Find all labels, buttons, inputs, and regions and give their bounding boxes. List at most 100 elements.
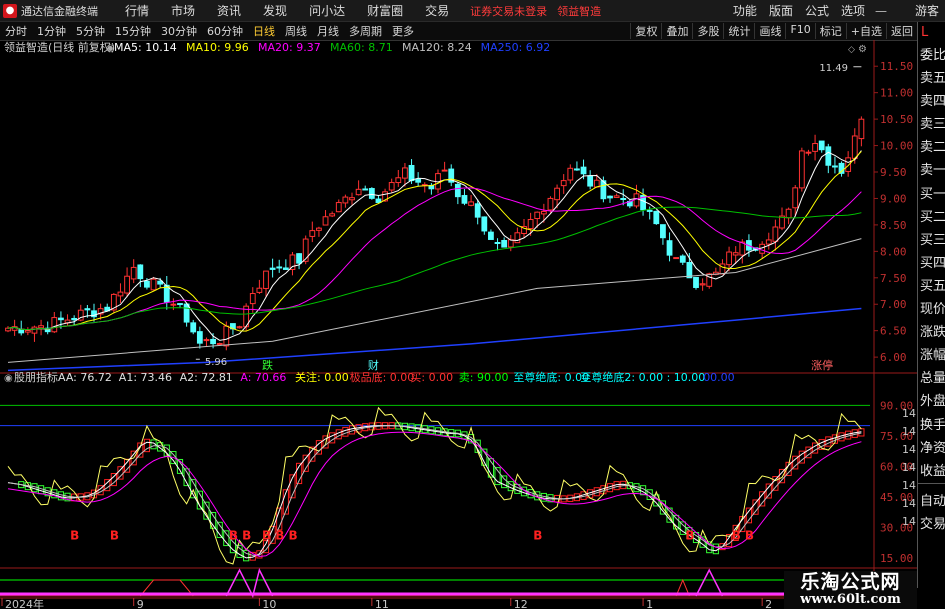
candle-up [845,157,852,172]
candle-up [858,118,865,140]
sidebar-item: 买三 [920,232,945,248]
menu-item-wenxiaoda[interactable]: 问小达 [298,2,356,19]
candle-down [296,253,302,264]
guest-label[interactable]: 游客 [909,2,945,19]
candle-up [514,232,521,244]
candle-up [150,278,157,291]
sidebar-item: 卖三 [920,117,945,133]
period-60min[interactable]: 60分钟 [202,23,248,39]
candle-down [269,267,276,270]
candle-up [24,330,31,333]
candle-down [686,262,693,279]
btn-fanhui[interactable]: 返回 [886,23,917,39]
candle-up [560,180,567,187]
period-monthly[interactable]: 月线 [312,23,344,39]
sidebar-item: 买四 [920,255,945,271]
period-5min[interactable]: 5分钟 [71,23,110,39]
price-annotation: 11.49 [819,63,848,74]
sidebar-item: 卖一 [920,163,945,179]
time-axis-label: 14:56 [902,461,917,474]
kline-chart[interactable]: 11.50 11.00 10.50 10.00 9.50 9.00 8.50 8.00 7.50… [0,40,917,609]
quote-sidebar: L 委比 卖五 卖四 卖三 卖二 卖一 买一 买二 买三 买四 买五 现价 涨跌 涨幅 总量 外盘 换手 净资 收益… [917,22,945,588]
buy-signal-label: B [533,529,542,543]
menu-item-jiaoyi[interactable]: 交易 [414,2,460,19]
menu-item-zixun[interactable]: 资讯 [206,2,252,19]
period-multi[interactable]: 多周期 [344,23,387,39]
btn-duogu[interactable]: 多股 [692,23,723,39]
main-chart-title: 领益智造(日线 前复权) [4,40,115,54]
period-fenshi[interactable]: 分时 [0,23,32,39]
candle-down [408,164,415,182]
candle-down [137,264,144,280]
candle-down [666,240,673,256]
candle-down [832,165,838,168]
ma250-line [7,307,862,372]
candle-up [547,197,554,211]
period-daily[interactable]: 日线 [248,23,280,39]
buy-signal-label: B [70,529,79,543]
sidebar-level-label[interactable]: L [918,22,945,44]
candle-down [653,210,660,225]
ma-legend-item: MA60: 8.71 [330,41,393,54]
buy-signal-label: B [110,529,119,543]
menu-item-hangqing[interactable]: 行情 [114,2,160,19]
app-title: 通达信金融终端 [21,4,98,18]
candle-up [302,238,309,262]
stock-notice[interactable]: 领益智造 [557,3,601,19]
menu-banmian[interactable]: 版面 [763,2,799,19]
candle-up [289,254,296,270]
candle-down [587,175,594,187]
candle-up [719,263,726,275]
ma-legend-item: MA10: 9.96 [186,41,249,54]
btn-tongji[interactable]: 统计 [723,23,754,39]
price-tick-label: 6.50 [880,325,907,338]
candle-up [673,257,680,260]
login-notice[interactable]: 证券交易未登录 [470,3,547,19]
btn-f10[interactable]: F10 [785,23,814,39]
minimize-icon[interactable]: — [871,4,891,18]
menu-xuanxiang[interactable]: 选项 [835,2,871,19]
candle-up [249,293,256,305]
menu-gongneng[interactable]: 功能 [727,2,763,19]
period-weekly[interactable]: 周线 [280,23,312,39]
chart-settings-icon: ⚙ [858,44,867,55]
sidebar-trade-item[interactable]: 交易 [918,513,945,536]
sidebar-item: 买二 [920,209,945,225]
price-tick-label: 8.50 [880,219,907,232]
period-1min[interactable]: 1分钟 [32,23,71,39]
btn-biaoji[interactable]: 标记 [814,23,846,39]
period-30min[interactable]: 30分钟 [156,23,202,39]
candle-down [660,224,666,239]
btn-fuquan[interactable]: 复权 [630,23,661,39]
candle-up [355,188,362,196]
menu-item-shichang[interactable]: 市场 [160,2,206,19]
indicator-legend-item: AA: 76.72 [58,371,112,384]
menu-gongshi[interactable]: 公式 [799,2,835,19]
candle-down [474,203,481,218]
sidebar-item: 卖四 [920,94,945,110]
candle-up [567,167,574,181]
candle-down [276,266,283,269]
buy-signal-label: B [229,529,238,543]
menu-item-faxian[interactable]: 发现 [252,2,298,19]
menu-item-caifuquan[interactable]: 财富圈 [356,2,414,19]
candle-down [177,303,183,306]
btn-huaxian[interactable]: 画线 [754,23,785,39]
candle-down [679,255,686,263]
indicator-legend-item: 至尊绝底2: 0.00 : 10.00 [580,370,705,384]
time-axis-label: 14:56 [902,443,917,456]
ma-legend-item: MA20: 9.37 [258,41,321,54]
sidebar-trade-item[interactable]: 自动 [918,490,945,513]
buy-signal-label: B [262,529,271,543]
candle-down [58,317,64,321]
btn-diejia[interactable]: 叠加 [661,23,692,39]
candle-down [501,239,508,248]
period-more[interactable]: 更多 [387,23,419,39]
sidebar-item: 买五 [920,278,945,294]
buy-signal-label: B [288,529,297,543]
candle-up [395,177,402,184]
candle-up [772,226,779,242]
period-15min[interactable]: 15分钟 [110,23,156,39]
btn-zixuan[interactable]: +自选 [845,23,886,39]
candle-up [534,211,541,220]
